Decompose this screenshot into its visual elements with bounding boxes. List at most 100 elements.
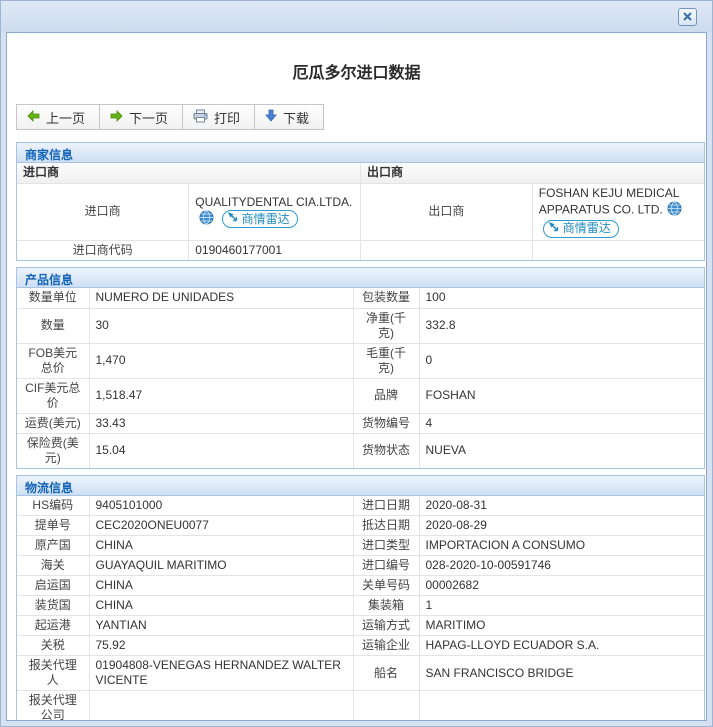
table-row: 保险费(美元) 15.04 货物状态 NUEVA [16, 432, 705, 468]
table-row: HS编码 9405101000 进口日期 2020-08-31 [16, 495, 705, 516]
dialog-titlebar [1, 1, 712, 32]
table-row: FOB美元总价 1,470 毛重(千克) 0 [16, 342, 705, 379]
field-label: 启运国 [16, 575, 90, 596]
field-value: 30 [88, 307, 354, 344]
field-value: 75.92 [88, 635, 354, 656]
field-label: FOB美元总价 [16, 342, 90, 379]
section-product-title: 产品信息 [17, 268, 704, 288]
field-label [360, 239, 533, 261]
business-radar-badge[interactable]: 商情雷达 [542, 219, 619, 238]
radar-icon [548, 221, 560, 237]
field-label: 净重(千克) [352, 307, 420, 344]
table-row: 启运国 CHINA 关单号码 00002682 [16, 575, 705, 596]
field-value: 028-2020-10-00591746 [418, 555, 705, 576]
table-row: 报关代理人 01904808-VENEGAS HERNANDEZ WALTER … [16, 655, 705, 691]
table-row: CIF美元总价 1,518.47 品牌 FOSHAN [16, 377, 705, 414]
field-label: 进口类型 [352, 535, 420, 556]
globe-icon[interactable] [667, 201, 682, 220]
field-value: NUEVA [418, 432, 705, 468]
globe-icon[interactable] [199, 210, 214, 229]
field-label: 货物状态 [352, 432, 420, 468]
table-row: 进口商 QUALITYDENTAL CIA.LTDA. 商情雷达 出口商 FOS… [16, 182, 705, 241]
next-page-label: 下一页 [129, 110, 169, 126]
field-label: 出口商 [360, 182, 533, 241]
prev-page-button[interactable]: 上一页 [16, 104, 101, 130]
close-icon [682, 10, 693, 25]
field-label: 报关代理人 [16, 655, 90, 691]
field-value: IMPORTACION A CONSUMO [418, 535, 705, 556]
field-label: HS编码 [16, 495, 90, 516]
field-label: 毛重(千克) [352, 342, 420, 379]
field-value: FOSHAN [418, 377, 705, 414]
exporter-value-cell: FOSHAN KEJU MEDICAL APPARATUS CO. LTD. 商… [531, 182, 705, 241]
exporter-column-header: 出口商 [360, 162, 705, 184]
toolbar: 上一页 下一页 打印 下载 [16, 104, 706, 130]
print-button[interactable]: 打印 [182, 104, 256, 130]
table-row: 报关代理公司 [16, 690, 705, 720]
field-label: 运费(美元) [16, 412, 90, 434]
field-value: CHINA [88, 595, 354, 616]
field-label: 保险费(美元) [16, 432, 90, 468]
table-row: 原产国 CHINA 进口类型 IMPORTACION A CONSUMO [16, 535, 705, 556]
field-label: 装货国 [16, 595, 90, 616]
field-label: 抵达日期 [352, 515, 420, 536]
next-page-button[interactable]: 下一页 [99, 104, 184, 130]
arrow-left-icon [27, 109, 40, 125]
prev-page-label: 上一页 [46, 110, 86, 126]
field-value: 1 [418, 595, 705, 616]
field-label: 集装箱 [352, 595, 420, 616]
printer-icon [193, 109, 208, 126]
arrow-down-icon [265, 109, 277, 125]
table-row: 进口商 出口商 [16, 162, 705, 184]
field-value: YANTIAN [88, 615, 354, 636]
arrow-right-icon [110, 109, 123, 125]
business-radar-badge[interactable]: 商情雷达 [221, 210, 298, 228]
field-value: CEC2020ONEU0077 [88, 515, 354, 536]
field-value [418, 690, 705, 720]
field-value: 33.43 [88, 412, 354, 434]
download-label: 下载 [283, 110, 310, 126]
field-value: 332.8 [418, 307, 705, 344]
importer-name: QUALITYDENTAL CIA.LTDA. [195, 194, 353, 209]
field-value: HAPAG-LLOYD ECUADOR S.A. [418, 635, 705, 656]
field-label: 运输企业 [352, 635, 420, 656]
radar-badge-label: 商情雷达 [241, 211, 290, 226]
field-label [352, 690, 420, 720]
field-value: NUMERO DE UNIDADES [88, 287, 354, 309]
page-title: 厄瓜多尔进口数据 [292, 65, 421, 82]
field-value: GUAYAQUIL MARITIMO [88, 555, 354, 576]
table-row: 提单号 CEC2020ONEU0077 抵达日期 2020-08-29 [16, 515, 705, 536]
field-value: 9405101000 [88, 495, 354, 516]
print-label: 打印 [214, 110, 241, 126]
field-value: 100 [418, 287, 705, 309]
field-value: 0 [418, 342, 705, 379]
field-label: CIF美元总价 [16, 377, 90, 414]
field-value: 2020-08-29 [418, 515, 705, 536]
close-button[interactable] [678, 8, 697, 26]
field-label: 运输方式 [352, 615, 420, 636]
field-label: 提单号 [16, 515, 90, 536]
table-row: 进口商代码 0190460177001 [16, 239, 705, 261]
exporter-name: FOSHAN KEJU MEDICAL APPARATUS CO. LTD. [538, 185, 679, 217]
download-button[interactable]: 下载 [254, 104, 325, 130]
field-value: 4 [418, 412, 705, 434]
section-logistics-title: 物流信息 [17, 475, 704, 496]
field-value: 0190460177001 [188, 239, 361, 261]
table-row: 数量单位 NUMERO DE UNIDADES 包装数量 100 [16, 287, 705, 309]
field-label: 原产国 [16, 535, 90, 556]
field-value: 2020-08-31 [418, 495, 705, 516]
field-value: SAN FRANCISCO BRIDGE [418, 655, 705, 691]
field-label: 关单号码 [352, 575, 420, 596]
importer-value-cell: QUALITYDENTAL CIA.LTDA. 商情雷达 [188, 182, 361, 241]
field-label: 品牌 [352, 377, 420, 414]
field-label: 海关 [16, 555, 90, 576]
table-row: 起运港 YANTIAN 运输方式 MARITIMO [16, 615, 705, 636]
field-value: MARITIMO [418, 615, 705, 636]
field-value [531, 239, 705, 261]
field-label: 报关代理公司 [16, 690, 90, 720]
section-product: 产品信息 数量单位 NUMERO DE UNIDADES 包装数量 100 数量… [16, 267, 705, 469]
field-value: 15.04 [88, 432, 354, 468]
table-row: 装货国 CHINA 集装箱 1 [16, 595, 705, 616]
section-merchant: 商家信息 进口商 出口商 进口商 QUALITYDENTAL CIA.LTDA.… [16, 142, 705, 261]
field-label: 数量单位 [16, 287, 90, 309]
